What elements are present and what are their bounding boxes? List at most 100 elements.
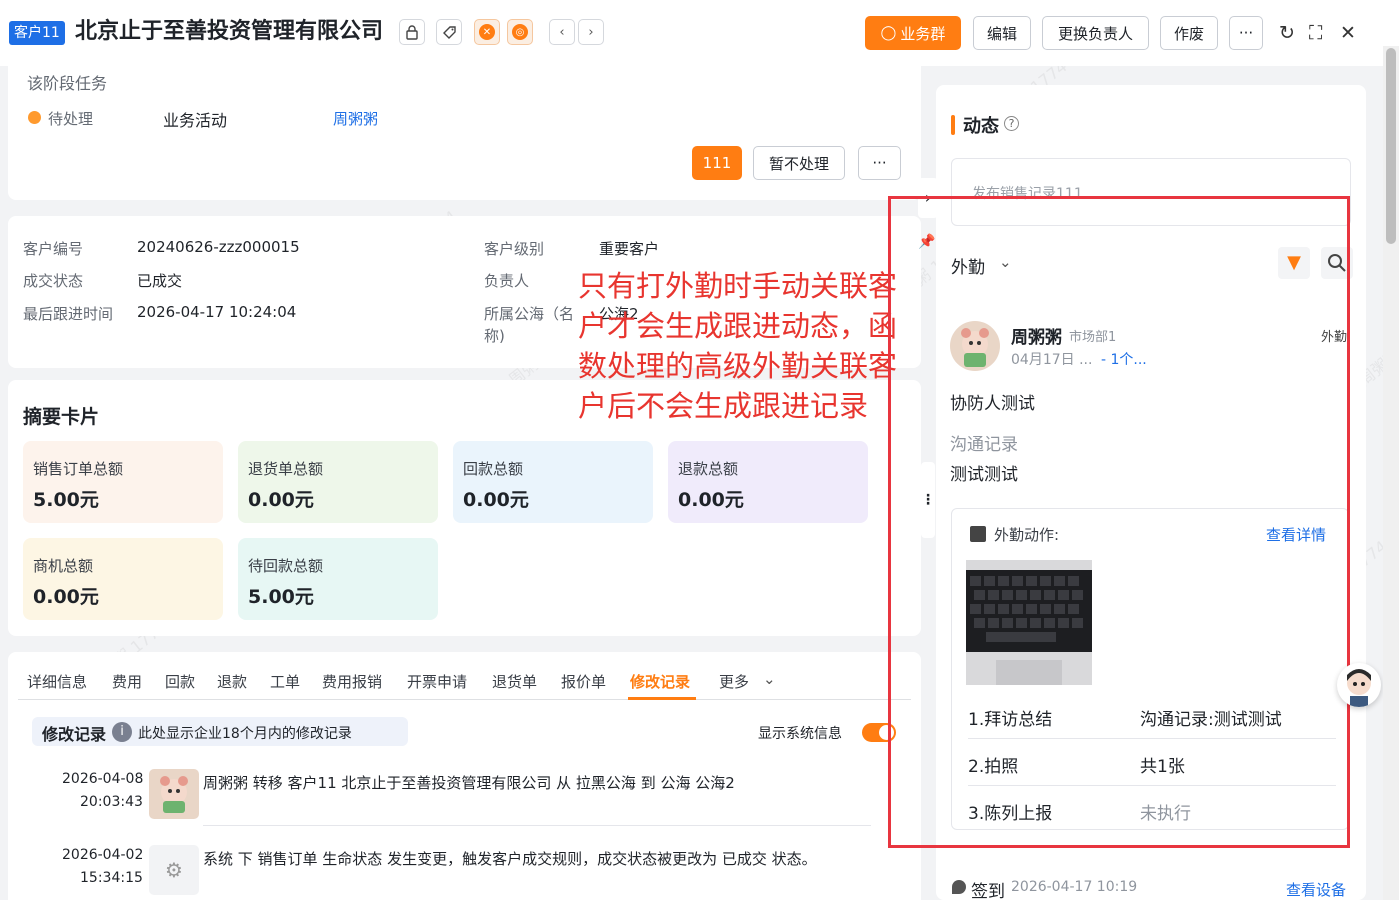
pending-icon xyxy=(28,111,41,124)
location-icon xyxy=(952,880,966,894)
related-link[interactable]: - 1个... xyxy=(1101,349,1147,369)
company-name: 北京止于至善投资管理有限公司 xyxy=(75,19,384,44)
deal-status-label: 成交状态 xyxy=(23,272,84,290)
close-icon[interactable]: ✕ xyxy=(1340,22,1356,44)
task-activity: 业务活动 xyxy=(163,111,228,130)
tab-quote[interactable]: 报价单 xyxy=(561,671,606,692)
record-text: 系统 下 销售订单 生命状态 发生变更，触发客户成交规则，成交状态被更改为 已成… xyxy=(203,850,817,868)
tab-workorder[interactable]: 工单 xyxy=(270,671,300,692)
record-divider xyxy=(203,825,871,826)
tab-invoice[interactable]: 开票申请 xyxy=(407,671,467,692)
header-bar: 客户11 北京止于至善投资管理有限公司 ✕ ◎ ‹ › ◯ 业务群 编辑 更换负… xyxy=(0,0,1399,66)
collapse-arrow-icon[interactable]: › xyxy=(918,178,938,218)
tab-fee[interactable]: 费用 xyxy=(112,671,142,692)
summary-item[interactable]: 退货单总额 0.00元 xyxy=(238,441,438,523)
task-more-button[interactable]: ··· xyxy=(858,146,901,180)
annotation-text: 只有打外勤时手动关联客户才会生成跟进动态，函数处理的高级外勤关联客户后不会生成跟… xyxy=(578,269,898,423)
type-tag: 外勤 xyxy=(1321,330,1348,345)
tab-expense[interactable]: 费用报销 xyxy=(322,671,382,692)
summary-item[interactable]: 销售订单总额 5.00元 xyxy=(23,441,223,523)
filter-icon[interactable]: ▼ xyxy=(1278,247,1310,279)
drag-handle-icon[interactable]: ⋮ xyxy=(921,462,935,538)
tab-refund[interactable]: 退款 xyxy=(217,671,247,692)
record-time: 15:34:15 xyxy=(80,870,143,886)
edit-button[interactable]: 编辑 xyxy=(973,16,1031,50)
customer-no-label: 客户编号 xyxy=(23,240,84,258)
action-divider xyxy=(968,785,1336,786)
record-date: 2026-04-02 xyxy=(62,847,144,863)
system-gear-icon: ⚙ xyxy=(149,845,199,895)
sys-info-toggle[interactable] xyxy=(862,723,896,742)
sea-label: 所属公海（名 xyxy=(484,305,575,323)
filter-select[interactable]: 外勤 xyxy=(951,253,985,278)
assistant-avatar[interactable] xyxy=(1337,663,1381,707)
scrollbar-thumb[interactable] xyxy=(1386,48,1396,244)
next-record-icon[interactable]: › xyxy=(578,19,604,45)
view-device-link[interactable]: 查看设备 xyxy=(1286,879,1346,900)
tab-more[interactable]: 更多 xyxy=(719,671,749,692)
level: 重要客户 xyxy=(599,240,660,258)
tab-divider xyxy=(18,699,911,700)
post-placeholder: 发布销售记录111 xyxy=(972,186,1083,202)
view-detail-link[interactable]: 查看详情 xyxy=(1266,524,1326,545)
change-owner-button[interactable]: 更换负责人 xyxy=(1042,16,1149,50)
target-icon[interactable]: ◎ xyxy=(507,19,533,45)
deal-status: 已成交 xyxy=(137,272,183,290)
business-group-button[interactable]: ◯ 业务群 xyxy=(865,16,961,50)
lock-icon[interactable] xyxy=(399,19,425,45)
summary-item[interactable]: 商机总额 0.00元 xyxy=(23,538,223,620)
help-icon[interactable]: ? xyxy=(1004,116,1019,131)
more-button[interactable]: ··· xyxy=(1229,16,1263,50)
summary-item[interactable]: 退款总额 0.00元 xyxy=(668,441,868,523)
user-dept: 市场部1 xyxy=(1069,330,1117,345)
post-input[interactable]: 发布销售记录111 xyxy=(951,158,1351,226)
user-name[interactable]: 周粥粥 xyxy=(1011,323,1062,348)
tab-active-underline xyxy=(628,697,696,700)
prev-record-icon[interactable]: ‹ xyxy=(549,19,575,45)
action-value: 未执行 xyxy=(1140,804,1191,824)
tab-modify-log[interactable]: 修改记录 xyxy=(630,671,690,692)
level-label: 客户级别 xyxy=(484,240,545,258)
summary-item[interactable]: 回款总额 0.00元 xyxy=(453,441,653,523)
tab-detail[interactable]: 详细信息 xyxy=(27,671,87,692)
signin-label: 签到 xyxy=(971,882,1005,900)
info-icon: i xyxy=(112,722,132,742)
comm-value: 测试测试 xyxy=(950,465,1018,485)
stage-task-card: 该阶段任务 待处理 业务活动 周粥粥 111 暂不处理 ··· xyxy=(8,66,921,200)
action-name: 2.拍照 xyxy=(968,757,1019,777)
void-button[interactable]: 作废 xyxy=(1160,16,1218,50)
refresh-icon[interactable]: ↻ xyxy=(1279,22,1295,44)
tab-payment[interactable]: 回款 xyxy=(165,671,195,692)
customer-no: 20240626-zzz000015 xyxy=(137,238,300,256)
user-avatar[interactable] xyxy=(950,321,1000,371)
action-icon xyxy=(970,526,986,542)
task-111-button[interactable]: 111 xyxy=(692,146,742,180)
task-status: 待处理 xyxy=(48,110,94,128)
action-value: 共1张 xyxy=(1140,757,1185,777)
signin-time: 2026-04-17 10:19 xyxy=(1011,879,1138,895)
record-time: 20:03:43 xyxy=(80,794,143,810)
comm-label: 沟通记录 xyxy=(950,435,1018,455)
chevron-down-icon[interactable]: ⌄ xyxy=(763,670,776,688)
chat-icon: ◯ xyxy=(880,25,897,41)
sea-label-cont: 称) xyxy=(484,327,505,345)
keyboard-photo[interactable] xyxy=(966,560,1092,685)
stage-task-title: 该阶段任务 xyxy=(27,74,108,93)
follow-icon[interactable]: ✕ xyxy=(474,19,500,45)
fullscreen-icon[interactable]: ⛶ xyxy=(1309,22,1322,44)
chevron-down-icon[interactable]: ⌄ xyxy=(999,253,1012,271)
task-person-link[interactable]: 周粥粥 xyxy=(333,108,378,129)
dynamic-title: 动态 xyxy=(963,116,999,137)
tab-return[interactable]: 退货单 xyxy=(492,671,537,692)
action-divider xyxy=(968,738,1336,739)
tag-icon[interactable] xyxy=(436,19,462,45)
action-name: 3.陈列上报 xyxy=(968,804,1053,824)
summary-title: 摘要卡片 xyxy=(23,406,100,428)
search-icon[interactable] xyxy=(1321,247,1353,279)
pin-icon[interactable]: 📌 xyxy=(918,234,935,250)
field-action-card: 外勤动作: 查看详情 1.拜访总结 沟通记录:测试测试 2.拍照 共1张 3.陈… xyxy=(951,508,1349,830)
avatar xyxy=(149,769,199,819)
summary-item[interactable]: 待回款总额 5.00元 xyxy=(238,538,438,620)
skip-button[interactable]: 暂不处理 xyxy=(753,146,845,180)
scrollbar[interactable] xyxy=(1383,46,1399,900)
